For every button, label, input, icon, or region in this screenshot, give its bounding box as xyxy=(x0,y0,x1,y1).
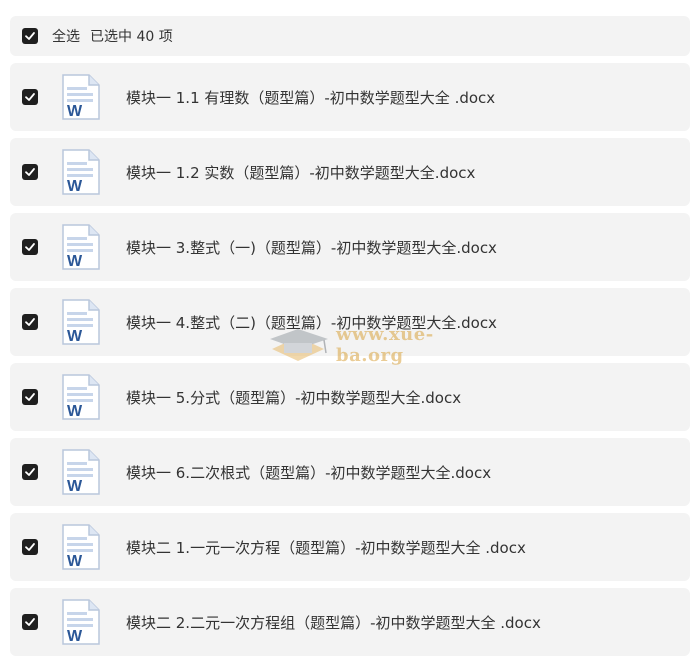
select-all-bar: 全选 已选中 40 项 xyxy=(10,16,690,56)
svg-text:W: W xyxy=(67,553,83,570)
svg-text:W: W xyxy=(67,253,83,270)
svg-text:W: W xyxy=(67,478,83,495)
file-row[interactable]: W 模块一 1.1 有理数（题型篇）-初中数学题型大全 .docx xyxy=(10,63,690,131)
word-doc-icon: W xyxy=(62,374,100,420)
check-icon xyxy=(25,543,35,551)
file-name: 模块二 1.一元一次方程（题型篇）-初中数学题型大全 .docx xyxy=(126,538,526,557)
file-row[interactable]: W 模块一 3.整式（一)（题型篇）-初中数学题型大全.docx xyxy=(10,213,690,281)
file-row[interactable]: W 模块一 4.整式（二)（题型篇）-初中数学题型大全.docx xyxy=(10,288,690,356)
file-checkbox[interactable] xyxy=(22,314,38,330)
word-doc-icon: W xyxy=(62,149,100,195)
file-icon: W xyxy=(61,598,101,646)
check-icon xyxy=(25,32,35,40)
file-row[interactable]: W 模块一 1.2 实数（题型篇）-初中数学题型大全.docx xyxy=(10,138,690,206)
file-icon: W xyxy=(61,73,101,121)
file-name: 模块一 3.整式（一)（题型篇）-初中数学题型大全.docx xyxy=(126,238,497,257)
file-icon: W xyxy=(61,448,101,496)
check-icon xyxy=(25,393,35,401)
svg-text:W: W xyxy=(67,403,83,420)
file-row[interactable]: W 模块二 1.一元一次方程（题型篇）-初中数学题型大全 .docx xyxy=(10,513,690,581)
file-checkbox[interactable] xyxy=(22,464,38,480)
svg-text:W: W xyxy=(67,328,83,345)
file-checkbox[interactable] xyxy=(22,389,38,405)
file-name: 模块一 1.2 实数（题型篇）-初中数学题型大全.docx xyxy=(126,163,476,182)
select-all-checkbox[interactable] xyxy=(22,28,38,44)
check-icon xyxy=(25,243,35,251)
file-icon: W xyxy=(61,298,101,346)
file-icon: W xyxy=(61,148,101,196)
word-doc-icon: W xyxy=(62,524,100,570)
file-name: 模块一 1.1 有理数（题型篇）-初中数学题型大全 .docx xyxy=(126,88,496,107)
check-icon xyxy=(25,93,35,101)
file-checkbox[interactable] xyxy=(22,89,38,105)
word-doc-icon: W xyxy=(62,299,100,345)
check-icon xyxy=(25,618,35,626)
file-name: 模块一 6.二次根式（题型篇）-初中数学题型大全.docx xyxy=(126,463,492,482)
file-name: 模块二 2.二元一次方程组（题型篇）-初中数学题型大全 .docx xyxy=(126,613,541,632)
check-icon xyxy=(25,318,35,326)
file-checkbox[interactable] xyxy=(22,239,38,255)
word-doc-icon: W xyxy=(62,74,100,120)
file-list: W 模块一 1.1 有理数（题型篇）-初中数学题型大全 .docx W 模块一 1.2… xyxy=(10,63,690,663)
word-doc-icon: W xyxy=(62,449,100,495)
svg-text:W: W xyxy=(67,628,83,645)
select-all-label[interactable]: 全选 xyxy=(52,26,80,46)
check-icon xyxy=(25,468,35,476)
check-icon xyxy=(25,168,35,176)
svg-text:W: W xyxy=(67,103,83,120)
file-icon: W xyxy=(61,223,101,271)
word-doc-icon: W xyxy=(62,599,100,645)
file-icon: W xyxy=(61,373,101,421)
file-checkbox[interactable] xyxy=(22,164,38,180)
word-doc-icon: W xyxy=(62,224,100,270)
selected-count-text: 已选中 40 项 xyxy=(90,29,173,45)
file-checkbox[interactable] xyxy=(22,614,38,630)
file-checkbox[interactable] xyxy=(22,539,38,555)
file-icon: W xyxy=(61,523,101,571)
file-row[interactable]: W 模块一 5.分式（题型篇）-初中数学题型大全.docx xyxy=(10,363,690,431)
file-name: 模块一 5.分式（题型篇）-初中数学题型大全.docx xyxy=(126,388,462,407)
file-row[interactable]: W 模块一 6.二次根式（题型篇）-初中数学题型大全.docx xyxy=(10,438,690,506)
svg-text:W: W xyxy=(67,178,83,195)
file-row[interactable]: W 模块二 2.二元一次方程组（题型篇）-初中数学题型大全 .docx xyxy=(10,588,690,656)
file-name: 模块一 4.整式（二)（题型篇）-初中数学题型大全.docx xyxy=(126,313,497,332)
